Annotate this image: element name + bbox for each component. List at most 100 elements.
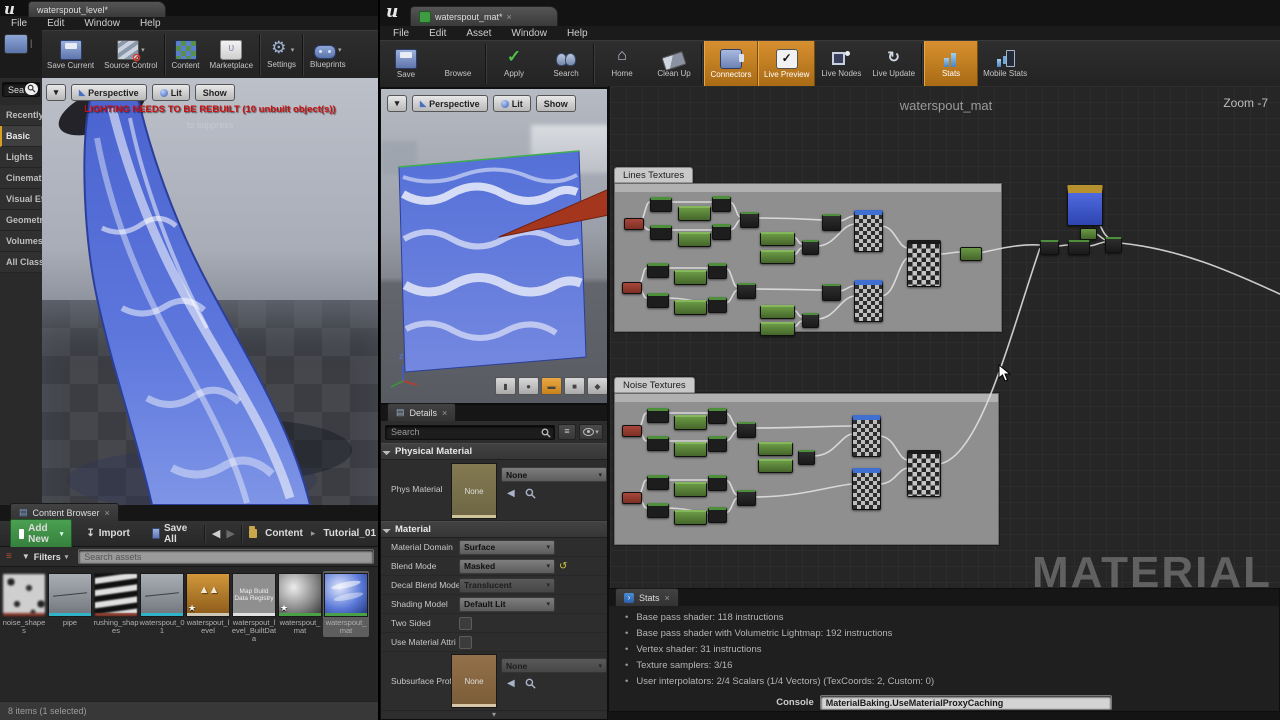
menu-item-window[interactable]: Window [502, 26, 556, 41]
material-node-dk[interactable] [822, 284, 841, 301]
material-node-sg[interactable] [647, 475, 669, 490]
material-node-dk[interactable] [802, 313, 819, 328]
viewport-lit-button[interactable]: Lit [152, 84, 190, 101]
material-node-sg[interactable] [708, 408, 727, 424]
save-button[interactable]: Save [380, 41, 432, 87]
mobile-stats-button[interactable]: Mobile Stats [978, 41, 1032, 87]
sidebar-item-visual-ef[interactable]: Visual Ef [0, 189, 42, 210]
material-node-dk[interactable] [1068, 240, 1090, 255]
viewport-show-button[interactable]: Show [195, 84, 235, 101]
reset-to-default-icon[interactable]: ↺ [559, 561, 567, 572]
menu-item-file[interactable]: File [384, 26, 418, 41]
material-node-pm[interactable] [674, 482, 707, 497]
blend-mode-dropdown[interactable]: Masked▾ [459, 559, 555, 574]
material-node-pm[interactable] [758, 459, 793, 473]
material-node-sg[interactable] [650, 225, 672, 240]
sidebar-item-volumes[interactable]: Volumes [0, 231, 42, 252]
sidebar-item-lights[interactable]: Lights [0, 147, 42, 168]
section-material[interactable]: Material [381, 521, 607, 538]
source-control-button[interactable]: ▾Source Control [99, 31, 162, 79]
material-node-gold[interactable] [1067, 185, 1103, 226]
material-node-pm[interactable] [674, 415, 707, 430]
preview-shape-custom-mesh-button[interactable]: ◆ [587, 377, 608, 395]
search-icon[interactable] [25, 83, 38, 95]
material-node-pm[interactable] [674, 300, 707, 315]
material-node-tex[interactable] [852, 468, 881, 510]
asset-tile-pipe[interactable]: pipe [47, 571, 93, 629]
menu-item-help[interactable]: Help [131, 16, 170, 31]
asset-tile-waterspout-mat[interactable]: ★waterspout_mat [277, 571, 323, 637]
material-node-dk[interactable] [737, 490, 756, 506]
settings-button[interactable]: ▾Settings [262, 31, 301, 79]
menu-item-edit[interactable]: Edit [420, 26, 455, 41]
menu-item-help[interactable]: Help [558, 26, 597, 41]
level-viewport[interactable]: ▾ ◣PerspectiveLitShow LIGHTING NEEDS TO … [42, 78, 378, 505]
browse-to-asset-icon[interactable] [525, 488, 536, 499]
details-search-input[interactable]: Search [385, 425, 555, 440]
property-matrix-button[interactable]: ≡ [558, 424, 576, 440]
material-node-tex[interactable] [854, 210, 883, 252]
save-current-button[interactable]: Save Current [42, 31, 99, 79]
preview-shape-cube-button[interactable]: ■ [564, 377, 585, 395]
preview-options-caret[interactable]: ▾ [387, 95, 407, 112]
close-icon[interactable]: × [507, 12, 512, 22]
view-options-icon[interactable]: ≡ [6, 551, 12, 562]
modes-toolbar-icon[interactable] [4, 34, 28, 54]
console-input[interactable]: MaterialBaking.UseMaterialProxyCaching [820, 695, 1112, 710]
material-node-red[interactable] [622, 492, 642, 504]
viewport-lit-button[interactable]: Lit [493, 95, 531, 112]
material-window-tab[interactable]: waterspout_mat* × [410, 6, 558, 26]
decal-blend-mode-dropdown[interactable]: Translucent▾ [459, 578, 555, 593]
material-node-sg[interactable] [712, 196, 731, 212]
material-node-red[interactable] [622, 282, 642, 294]
asset-tile-waterspout-01[interactable]: waterspout_01 [139, 571, 185, 637]
filters-button[interactable]: ▼Filters▾ [18, 551, 72, 563]
material-node-sg[interactable] [708, 507, 727, 523]
material-node-pm[interactable] [674, 510, 707, 525]
material-node-sg[interactable] [708, 436, 727, 452]
asset-tile-noise-shapes[interactable]: noise_shapes [1, 571, 47, 637]
add-new-button[interactable]: Add New▾ [10, 519, 72, 549]
menu-item-edit[interactable]: Edit [38, 16, 73, 31]
use-selected-arrow-icon[interactable]: ◀ [507, 678, 515, 689]
asset-tile-waterspout-level[interactable]: ★waterspout_level [185, 571, 231, 637]
marketplace-button[interactable]: Marketplace [205, 31, 259, 79]
material-node-sg[interactable] [647, 503, 669, 518]
close-icon[interactable]: × [442, 408, 447, 418]
shading-model-dropdown[interactable]: Default Lit▾ [459, 597, 555, 612]
material-node-pm[interactable] [760, 232, 795, 246]
details-tab[interactable]: ▤ Details × [387, 403, 456, 421]
apply-button[interactable]: Apply [488, 41, 540, 87]
sidebar-item-geometr[interactable]: Geometr [0, 210, 42, 231]
two-sided-checkbox[interactable] [459, 617, 472, 630]
connectors-button[interactable]: Connectors [704, 41, 758, 87]
material-node-pm[interactable] [678, 232, 711, 247]
sidebar-item-all-class[interactable]: All Class [0, 252, 42, 273]
sidebar-item-recently[interactable]: Recently [0, 105, 42, 126]
content-button[interactable]: Content [167, 31, 205, 79]
material-node-sg[interactable] [647, 293, 669, 308]
view-options-eye-button[interactable]: ▾ [579, 424, 603, 440]
browse-button[interactable]: Browse [432, 41, 484, 87]
material-domain-dropdown[interactable]: Surface▾ [459, 540, 555, 555]
preview-shape-cylinder-button[interactable]: ▮ [495, 377, 516, 395]
stats-button[interactable]: Stats [924, 41, 978, 87]
viewport-perspective-button[interactable]: ◣Perspective [71, 84, 147, 101]
viewport-options-caret[interactable]: ▾ [46, 84, 66, 101]
material-node-pm[interactable] [674, 270, 707, 285]
material-node-big[interactable] [907, 240, 941, 287]
phys-material-thumbnail[interactable]: None [451, 463, 497, 519]
preview-shape-sphere-button[interactable]: ● [518, 377, 539, 395]
material-node-dk[interactable] [737, 422, 756, 438]
material-node-dk[interactable] [822, 214, 841, 231]
use-material-attri-checkbox[interactable] [459, 636, 472, 649]
import-button[interactable]: ↧Import [78, 525, 138, 542]
clean-up-button[interactable]: Clean Up [648, 41, 700, 87]
menu-item-window[interactable]: Window [75, 16, 129, 31]
material-node-cn[interactable] [960, 247, 982, 261]
close-icon[interactable]: × [665, 593, 670, 603]
breadcrumb-tutorial-01[interactable]: Tutorial_01 [321, 525, 378, 542]
material-node-sg[interactable] [708, 475, 727, 491]
preview-shape-plane-button[interactable]: ▬ [541, 377, 562, 395]
material-node-pm[interactable] [674, 442, 707, 457]
